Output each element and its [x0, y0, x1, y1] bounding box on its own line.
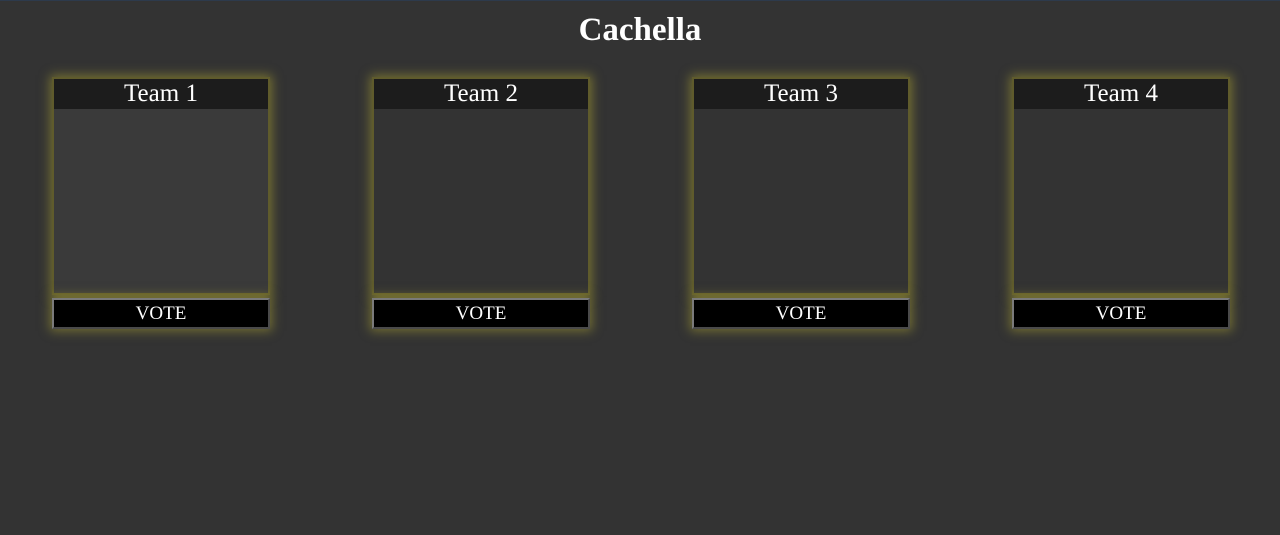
team-panel[interactable]: Team 1 — [52, 77, 270, 295]
team-name: Team 1 — [54, 79, 268, 109]
team-panel[interactable]: Team 4 — [1012, 77, 1230, 295]
team-panel[interactable]: Team 3 — [692, 77, 910, 295]
vote-button-team-4[interactable]: VOTE — [1012, 298, 1230, 329]
team-card-1: Team 1 VOTE — [52, 77, 270, 329]
team-name: Team 3 — [694, 79, 908, 109]
team-panel[interactable]: Team 2 — [372, 77, 590, 295]
vote-button-team-3[interactable]: VOTE — [692, 298, 910, 329]
team-name: Team 2 — [374, 79, 588, 109]
team-name: Team 4 — [1014, 79, 1228, 109]
page-title: Cachella — [578, 12, 702, 48]
team-card-4: Team 4 VOTE — [1012, 77, 1230, 329]
team-card-2: Team 2 VOTE — [372, 77, 590, 329]
vote-button-team-1[interactable]: VOTE — [52, 298, 270, 329]
team-card-3: Team 3 VOTE — [692, 77, 910, 329]
vote-button-team-2[interactable]: VOTE — [372, 298, 590, 329]
